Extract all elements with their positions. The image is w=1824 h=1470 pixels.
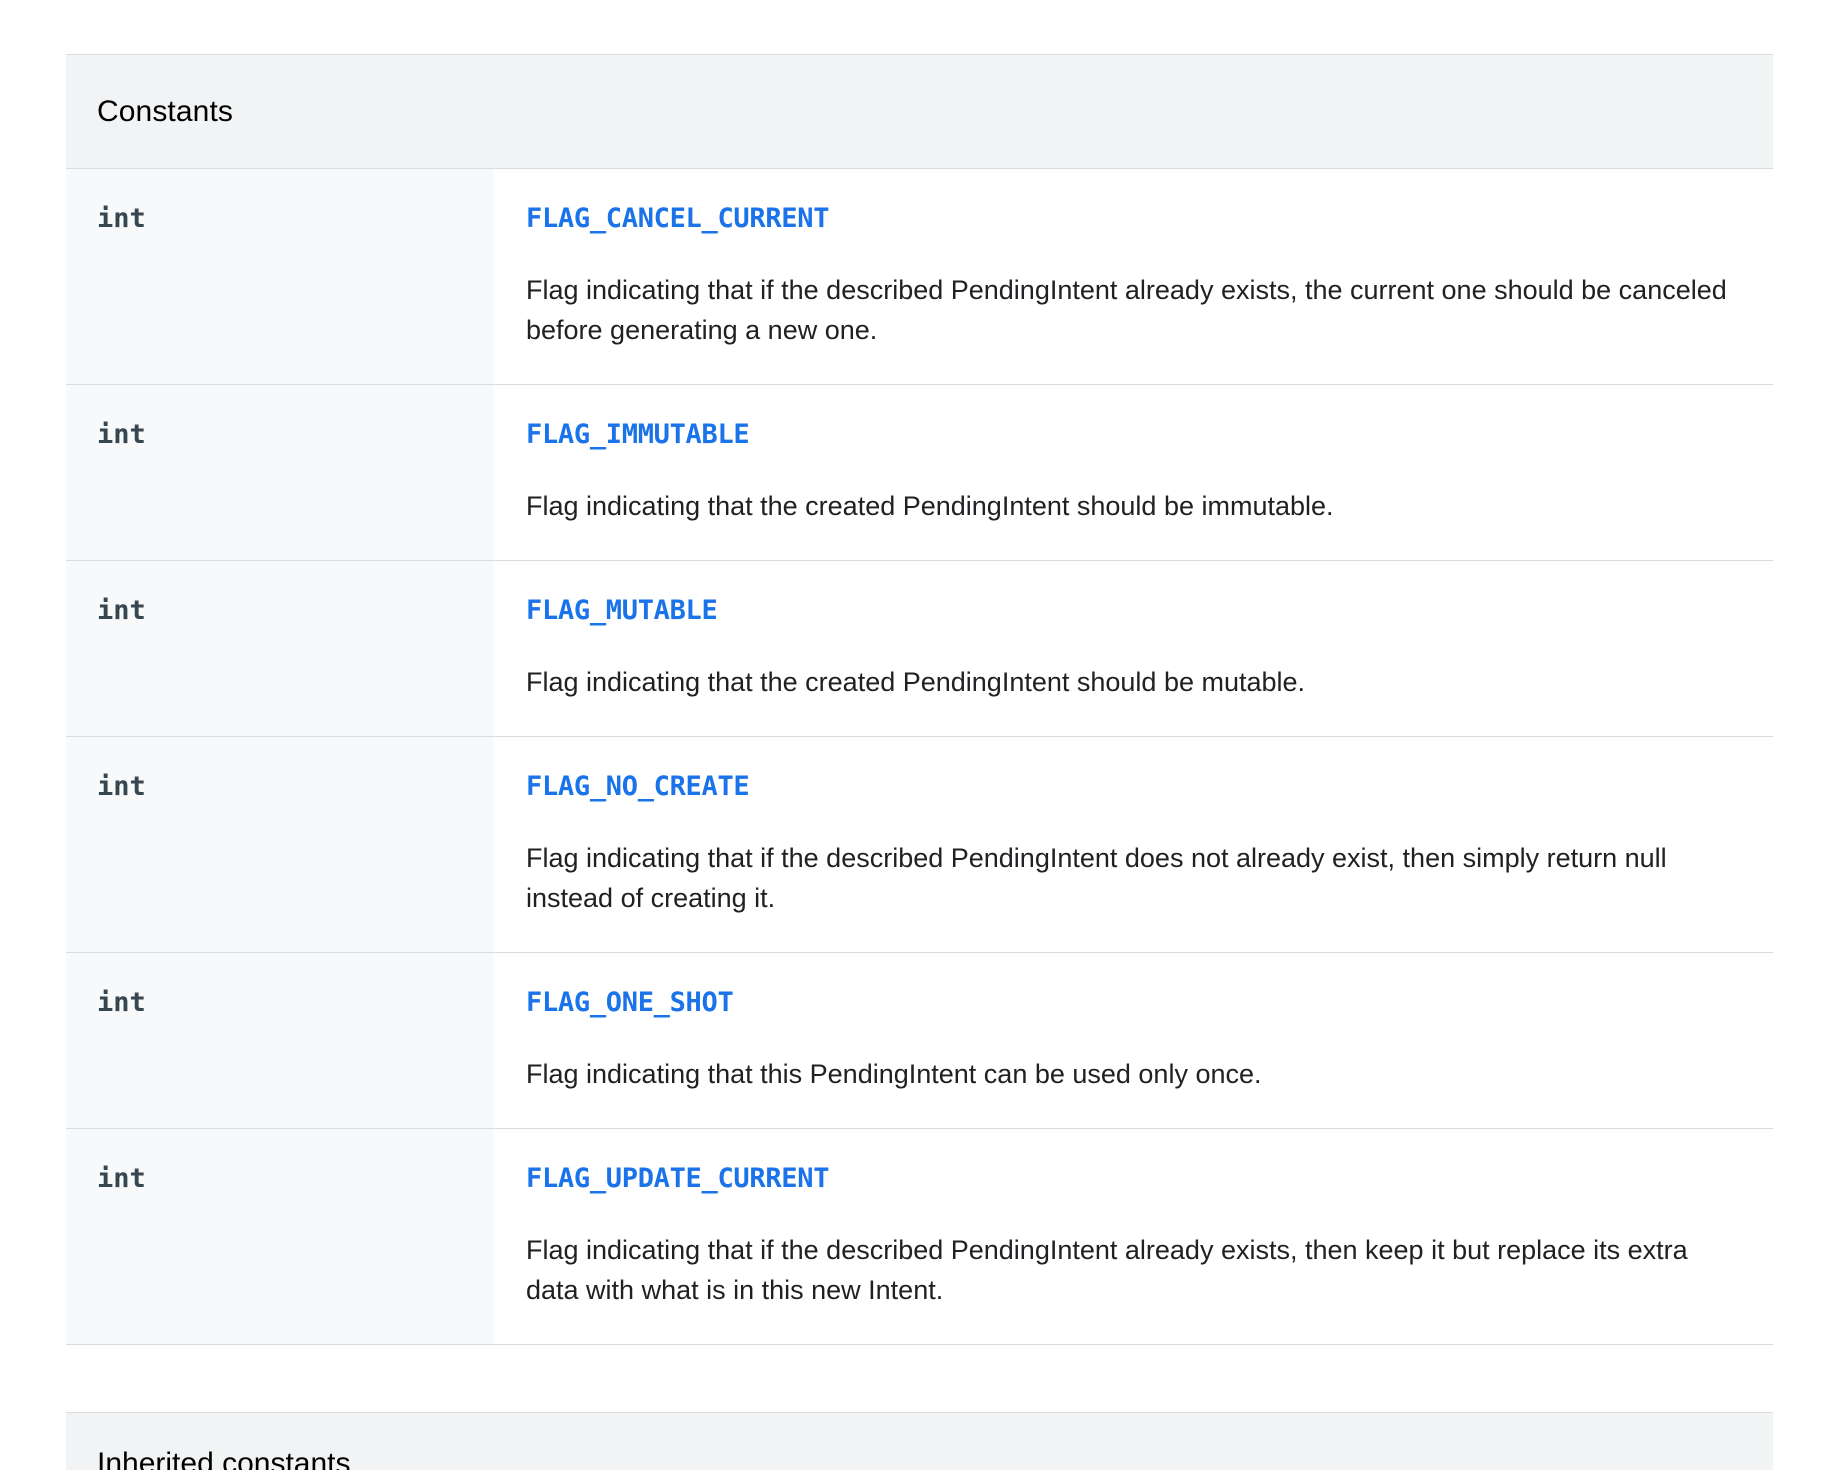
constant-link-flag-one-shot[interactable]: FLAG_ONE_SHOT	[526, 987, 734, 1018]
constants-table-header: Constants	[66, 55, 1773, 169]
type-label: int	[97, 771, 146, 802]
inherited-constants-title: Inherited constants	[97, 1447, 351, 1470]
description-cell: FLAG_CANCEL_CURRENT Flag indicating that…	[494, 169, 1773, 384]
type-label: int	[97, 203, 146, 234]
table-row: int FLAG_NO_CREATE Flag indicating that …	[66, 737, 1773, 953]
api-reference-page: Constants int FLAG_CANCEL_CURRENT Flag i…	[0, 0, 1824, 1470]
type-label: int	[97, 1163, 146, 1194]
description-cell: FLAG_UPDATE_CURRENT Flag indicating that…	[494, 1129, 1773, 1344]
description-cell: FLAG_MUTABLE Flag indicating that the cr…	[494, 561, 1773, 736]
constant-link-flag-immutable[interactable]: FLAG_IMMUTABLE	[526, 419, 750, 450]
type-cell: int	[66, 1129, 494, 1344]
type-cell: int	[66, 561, 494, 736]
constant-description: Flag indicating that the created Pending…	[526, 491, 1334, 521]
constant-description: Flag indicating that the created Pending…	[526, 667, 1306, 697]
table-row: int FLAG_MUTABLE Flag indicating that th…	[66, 561, 1773, 737]
type-cell: int	[66, 169, 494, 384]
inherited-constants-table: Inherited constants	[66, 1412, 1773, 1470]
constant-description: Flag indicating that if the described Pe…	[526, 275, 1727, 345]
constant-link-flag-cancel-current[interactable]: FLAG_CANCEL_CURRENT	[526, 203, 829, 234]
constants-table: Constants int FLAG_CANCEL_CURRENT Flag i…	[66, 54, 1773, 1345]
constants-table-title: Constants	[97, 94, 233, 128]
type-cell: int	[66, 953, 494, 1128]
table-row: int FLAG_UPDATE_CURRENT Flag indicating …	[66, 1129, 1773, 1345]
type-label: int	[97, 987, 146, 1018]
description-cell: FLAG_NO_CREATE Flag indicating that if t…	[494, 737, 1773, 952]
table-row: int FLAG_ONE_SHOT Flag indicating that t…	[66, 953, 1773, 1129]
constant-description: Flag indicating that this PendingIntent …	[526, 1059, 1262, 1089]
description-cell: FLAG_ONE_SHOT Flag indicating that this …	[494, 953, 1773, 1128]
type-label: int	[97, 595, 146, 626]
table-row: int FLAG_IMMUTABLE Flag indicating that …	[66, 385, 1773, 561]
constant-link-flag-no-create[interactable]: FLAG_NO_CREATE	[526, 771, 750, 802]
constant-description: Flag indicating that if the described Pe…	[526, 1235, 1688, 1305]
constant-description: Flag indicating that if the described Pe…	[526, 843, 1667, 913]
type-cell: int	[66, 737, 494, 952]
constant-link-flag-mutable[interactable]: FLAG_MUTABLE	[526, 595, 718, 626]
table-row: int FLAG_CANCEL_CURRENT Flag indicating …	[66, 169, 1773, 385]
description-cell: FLAG_IMMUTABLE Flag indicating that the …	[494, 385, 1773, 560]
type-cell: int	[66, 385, 494, 560]
constant-link-flag-update-current[interactable]: FLAG_UPDATE_CURRENT	[526, 1163, 829, 1194]
type-label: int	[97, 419, 146, 450]
